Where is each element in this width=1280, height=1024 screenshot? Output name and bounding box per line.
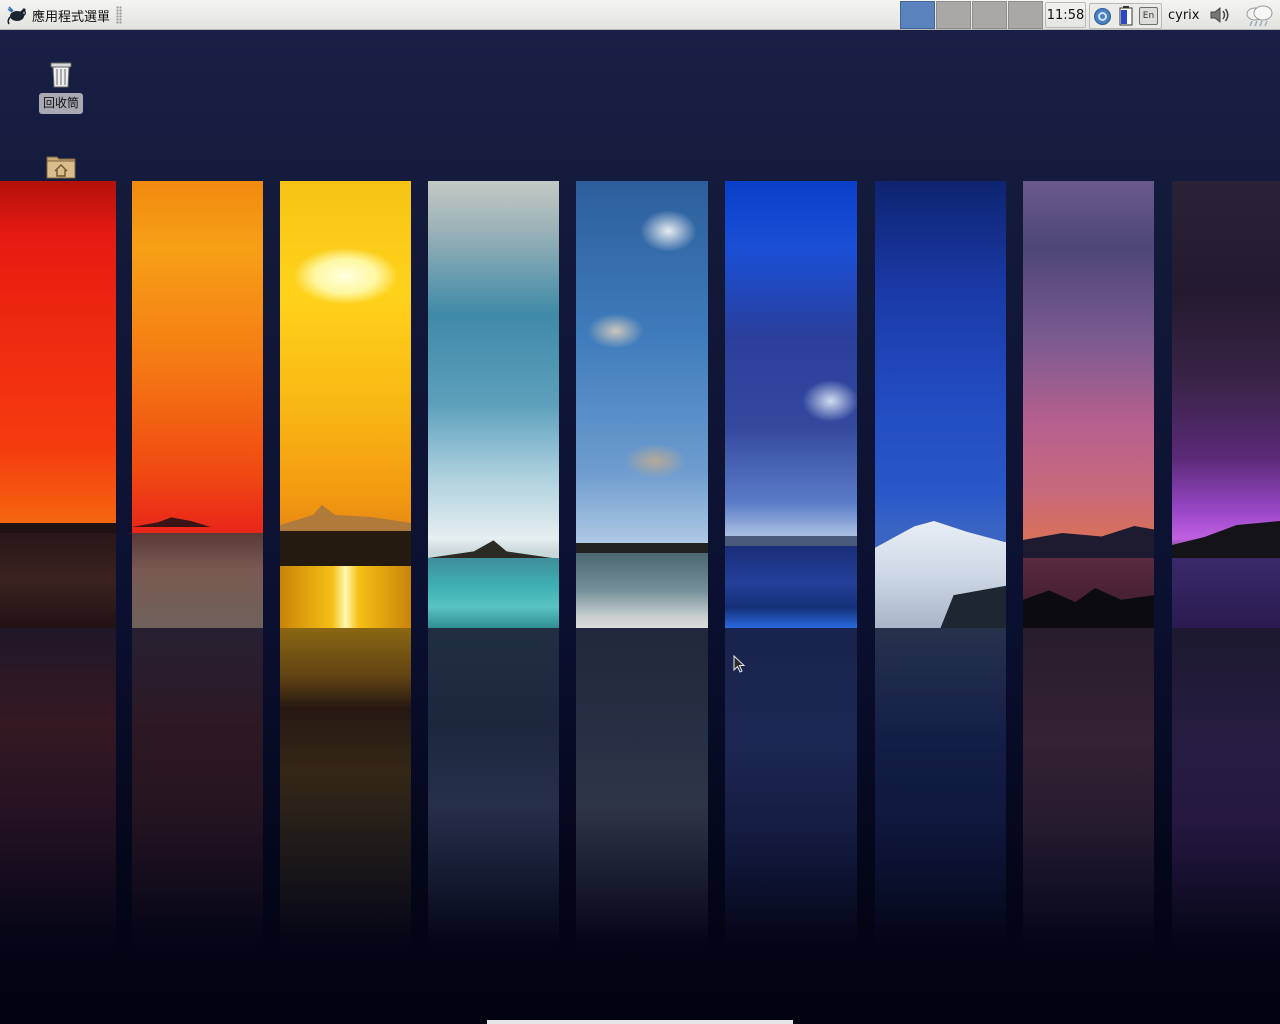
reflection-purple [1172, 628, 1280, 948]
bottom-panel[interactable] [487, 1020, 793, 1024]
battery-icon[interactable] [1115, 6, 1136, 27]
reflection-yellow [280, 628, 411, 948]
trash-icon [50, 62, 72, 88]
workspace-switcher [900, 1, 1043, 29]
user-name[interactable]: cyrix [1168, 2, 1200, 28]
system-tray: En [1089, 3, 1162, 29]
weather-cloud-icon[interactable] [1243, 2, 1275, 28]
reflection-red [0, 628, 116, 948]
top-panel: 應用程式選單 11:58 En cyrix [0, 0, 1280, 30]
wallpaper-strip-mauve [1023, 181, 1154, 628]
reflection-mauve [1023, 628, 1154, 948]
wallpaper-strip-red [0, 181, 116, 628]
wallpaper-strip-deep-blue [875, 181, 1006, 628]
desktop-icon-label: 回收筒 [38, 93, 83, 114]
speaker-icon[interactable] [1208, 4, 1232, 26]
workspace-3-button[interactable] [972, 1, 1007, 29]
wallpaper-strip-light-blue [576, 181, 708, 628]
wallpaper-strip-blue [725, 181, 857, 628]
workspace-1-button[interactable] [900, 1, 935, 29]
mouse-cursor-icon [733, 655, 745, 673]
xfce-mouse-logo-icon [7, 6, 26, 25]
reflection-deep-blue [875, 628, 1006, 948]
home-folder-icon [46, 156, 76, 179]
reflection-light-blue [576, 628, 708, 948]
desktop-icon-trash[interactable]: 回收筒 [25, 58, 97, 114]
wallpaper-strip-orange [132, 181, 263, 628]
clock[interactable]: 11:58 [1045, 2, 1086, 28]
reflection-blue [725, 628, 857, 948]
reflection-teal [428, 628, 559, 948]
reflection-orange [132, 628, 263, 948]
panel-handle[interactable] [116, 6, 122, 24]
workspace-2-button[interactable] [936, 1, 971, 29]
workspace-4-button[interactable] [1008, 1, 1043, 29]
applications-menu-button[interactable]: 應用程式選單 [2, 2, 114, 28]
wallpaper-strip-teal [428, 181, 559, 628]
wallpaper-strip-purple [1172, 181, 1280, 628]
wallpaper-strip-yellow [280, 181, 411, 628]
input-method-label: En [1139, 7, 1158, 25]
input-method-icon[interactable]: En [1138, 6, 1159, 27]
browser-icon[interactable] [1092, 6, 1113, 27]
applications-menu-label: 應用程式選單 [32, 9, 111, 25]
